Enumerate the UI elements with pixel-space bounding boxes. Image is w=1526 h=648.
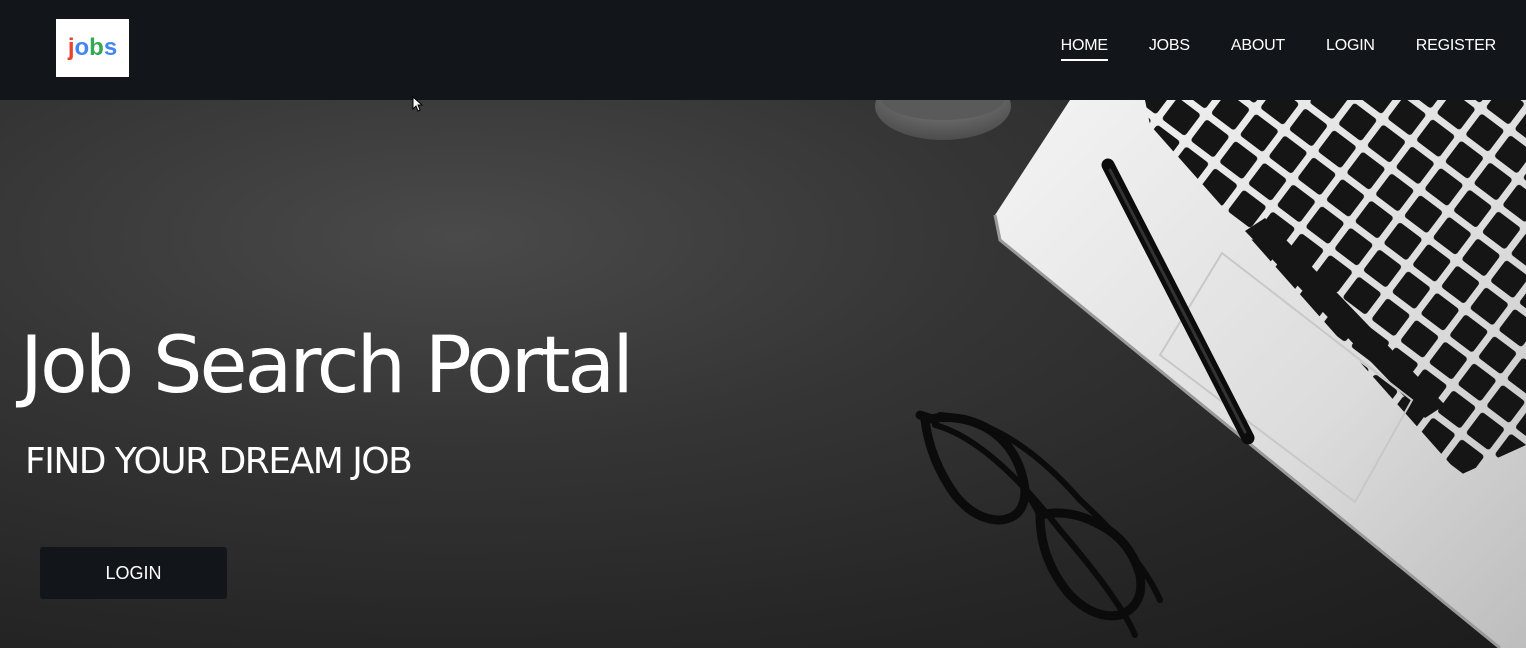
page: jobs HOME JOBS ABOUT LOGIN REGISTER Job …: [0, 0, 1526, 648]
login-button[interactable]: LOGIN: [40, 547, 227, 599]
nav-item-jobs[interactable]: JOBS: [1149, 37, 1190, 61]
nav-item-login[interactable]: LOGIN: [1326, 37, 1375, 61]
logo-letter-j: j: [67, 34, 75, 61]
mouse-cursor-icon: [412, 96, 424, 112]
navbar: jobs HOME JOBS ABOUT LOGIN REGISTER: [0, 0, 1526, 100]
hero-section: Job Search Portal FIND YOUR DREAM JOB LO…: [0, 100, 1526, 648]
hero-title: Job Search Portal: [20, 321, 634, 411]
logo[interactable]: jobs: [56, 19, 129, 77]
logo-letter-o: o: [74, 34, 90, 61]
hero-subtitle: FIND YOUR DREAM JOB: [25, 441, 413, 482]
main-nav: HOME JOBS ABOUT LOGIN REGISTER: [1020, 37, 1496, 61]
nav-item-register[interactable]: REGISTER: [1416, 37, 1496, 61]
logo-letter-s: s: [103, 34, 118, 61]
laptop-image: [993, 100, 1526, 648]
logo-letter-b: b: [89, 34, 104, 61]
coffee-mug-image: [875, 100, 1011, 140]
nav-item-about[interactable]: ABOUT: [1231, 37, 1285, 61]
nav-item-home[interactable]: HOME: [1060, 37, 1109, 61]
eyeglasses-image: [915, 410, 1163, 638]
